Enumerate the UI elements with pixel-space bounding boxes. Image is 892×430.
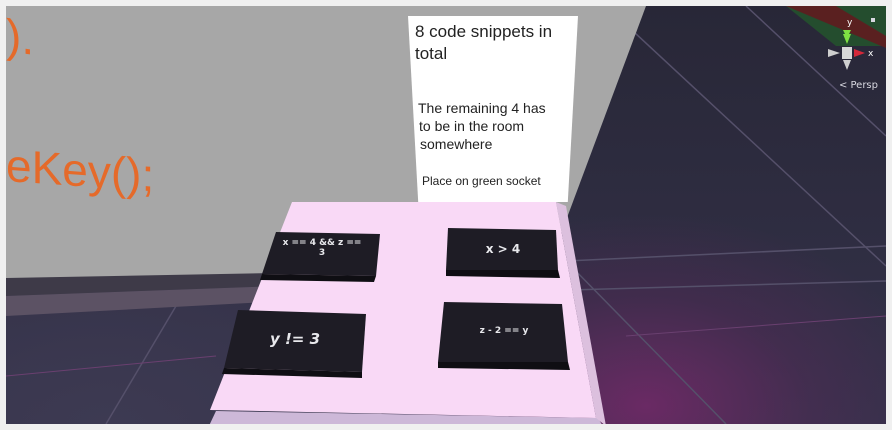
snippet-3[interactable]: y != 3 <box>230 330 360 348</box>
gizmo-x-cone[interactable] <box>854 49 865 57</box>
wall-code-bottom: eKey(); <box>6 139 155 202</box>
hint-line-3: The remaining 4 has <box>418 100 546 116</box>
gizmo-negy-cone[interactable] <box>843 60 851 70</box>
hint-card: 8 code snippets in total The remaining 4… <box>408 16 578 202</box>
wall-code-top: ). <box>6 9 35 65</box>
snippet-1[interactable]: x == 4 && z == 3 <box>264 238 380 258</box>
gizmo-center-cube[interactable] <box>842 47 852 59</box>
game-viewport[interactable]: ). eKey(); 8 code snippets in total The … <box>6 6 886 424</box>
hint-line-4: to be in the room <box>419 118 525 134</box>
hint-line-1: 8 code snippets in <box>415 22 553 41</box>
hint-line-6: Place on green socket <box>422 174 541 188</box>
hint-line-2: total <box>415 44 448 63</box>
snippet-2[interactable]: x > 4 <box>450 242 556 256</box>
snippet-1-line-1: x == 4 && z == <box>282 238 362 248</box>
gizmo-x-label: x <box>868 49 874 59</box>
hint-line-5: somewhere <box>420 136 493 152</box>
snippet-4[interactable]: z - 2 == y <box>442 326 566 336</box>
lock-icon[interactable] <box>870 16 876 22</box>
gizmo-y-label: y <box>847 18 853 28</box>
gizmo-negx-cone[interactable] <box>828 49 840 57</box>
snippet-1-line-2: 3 <box>318 248 326 258</box>
projection-toggle[interactable]: < Persp <box>839 80 878 91</box>
